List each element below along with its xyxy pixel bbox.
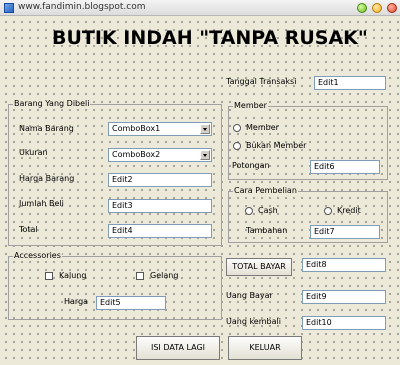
kalung-label: Kalung <box>59 271 87 280</box>
maximize-button[interactable] <box>372 3 382 13</box>
uang-bayar-label: Uang Bayar <box>226 291 273 300</box>
ukuran-value: ComboBox2 <box>112 150 161 159</box>
window-title: www.fandimin.blogspot.com <box>18 2 146 12</box>
accessories-harga-label: Harga <box>64 297 89 306</box>
tambahan-label: Tambahan <box>246 226 288 235</box>
member-radio[interactable] <box>233 124 241 132</box>
member-radio-label: Member <box>246 123 279 132</box>
harga-barang-label: Harga Barang <box>19 174 75 183</box>
total-field[interactable]: Edit4 <box>108 224 212 238</box>
gelang-checkbox[interactable] <box>136 272 144 280</box>
kredit-radio-label: Kredit <box>337 206 361 215</box>
page-title: BUTIK INDAH "TANPA RUSAK" <box>52 27 368 49</box>
total-bayar-button[interactable]: TOTAL BAYAR <box>226 258 292 276</box>
jumlah-beli-label: Jumlah Beli <box>19 199 64 208</box>
chevron-down-icon[interactable] <box>200 124 210 134</box>
app-icon <box>4 3 14 13</box>
pembelian-group-title: Cara Pembelian <box>233 186 298 196</box>
jumlah-beli-field[interactable]: Edit3 <box>108 199 212 213</box>
uang-kembali-label: Uang kembali <box>226 317 281 326</box>
accessories-group-title: Accessories <box>13 251 62 261</box>
kredit-radio[interactable] <box>324 207 332 215</box>
cash-radio-label: Cash <box>258 206 278 215</box>
close-button[interactable] <box>387 3 397 13</box>
bukan-member-radio[interactable] <box>233 142 241 150</box>
uang-bayar-field[interactable]: Edit9 <box>302 290 386 304</box>
accessories-group: Accessories <box>8 251 222 320</box>
minimize-button[interactable] <box>357 3 367 13</box>
title-bar: www.fandimin.blogspot.com <box>0 0 400 16</box>
potongan-label: Potongan <box>232 161 270 170</box>
chevron-down-icon[interactable] <box>200 150 210 160</box>
kalung-checkbox[interactable] <box>45 272 53 280</box>
ukuran-combobox[interactable]: ComboBox2 <box>108 148 212 162</box>
barang-group-title: Barang Yang Dibeli <box>13 99 91 109</box>
keluar-button[interactable]: KELUAR <box>228 336 302 360</box>
bukan-member-radio-label: Bukan Member <box>246 141 307 150</box>
tambahan-field[interactable]: Edit7 <box>310 225 380 239</box>
gelang-label: Gelang <box>150 271 179 280</box>
nama-barang-label: Nama Barang <box>19 124 74 133</box>
total-bayar-field[interactable]: Edit8 <box>302 258 386 272</box>
isi-data-lagi-button[interactable]: ISI DATA LAGI <box>136 336 220 360</box>
nama-barang-value: ComboBox1 <box>112 124 161 133</box>
date-label: Tanggal Transaksi <box>226 77 297 86</box>
date-field[interactable]: Edit1 <box>314 76 386 90</box>
nama-barang-combobox[interactable]: ComboBox1 <box>108 122 212 136</box>
ukuran-label: Ukuran <box>19 148 48 157</box>
harga-barang-field[interactable]: Edit2 <box>108 173 212 187</box>
cash-radio[interactable] <box>245 207 253 215</box>
total-label: Total <box>19 225 38 234</box>
accessories-harga-field[interactable]: Edit5 <box>96 296 166 310</box>
potongan-field[interactable]: Edit6 <box>310 160 380 174</box>
member-group-title: Member <box>233 101 268 111</box>
uang-kembali-field[interactable]: Edit10 <box>302 316 386 330</box>
